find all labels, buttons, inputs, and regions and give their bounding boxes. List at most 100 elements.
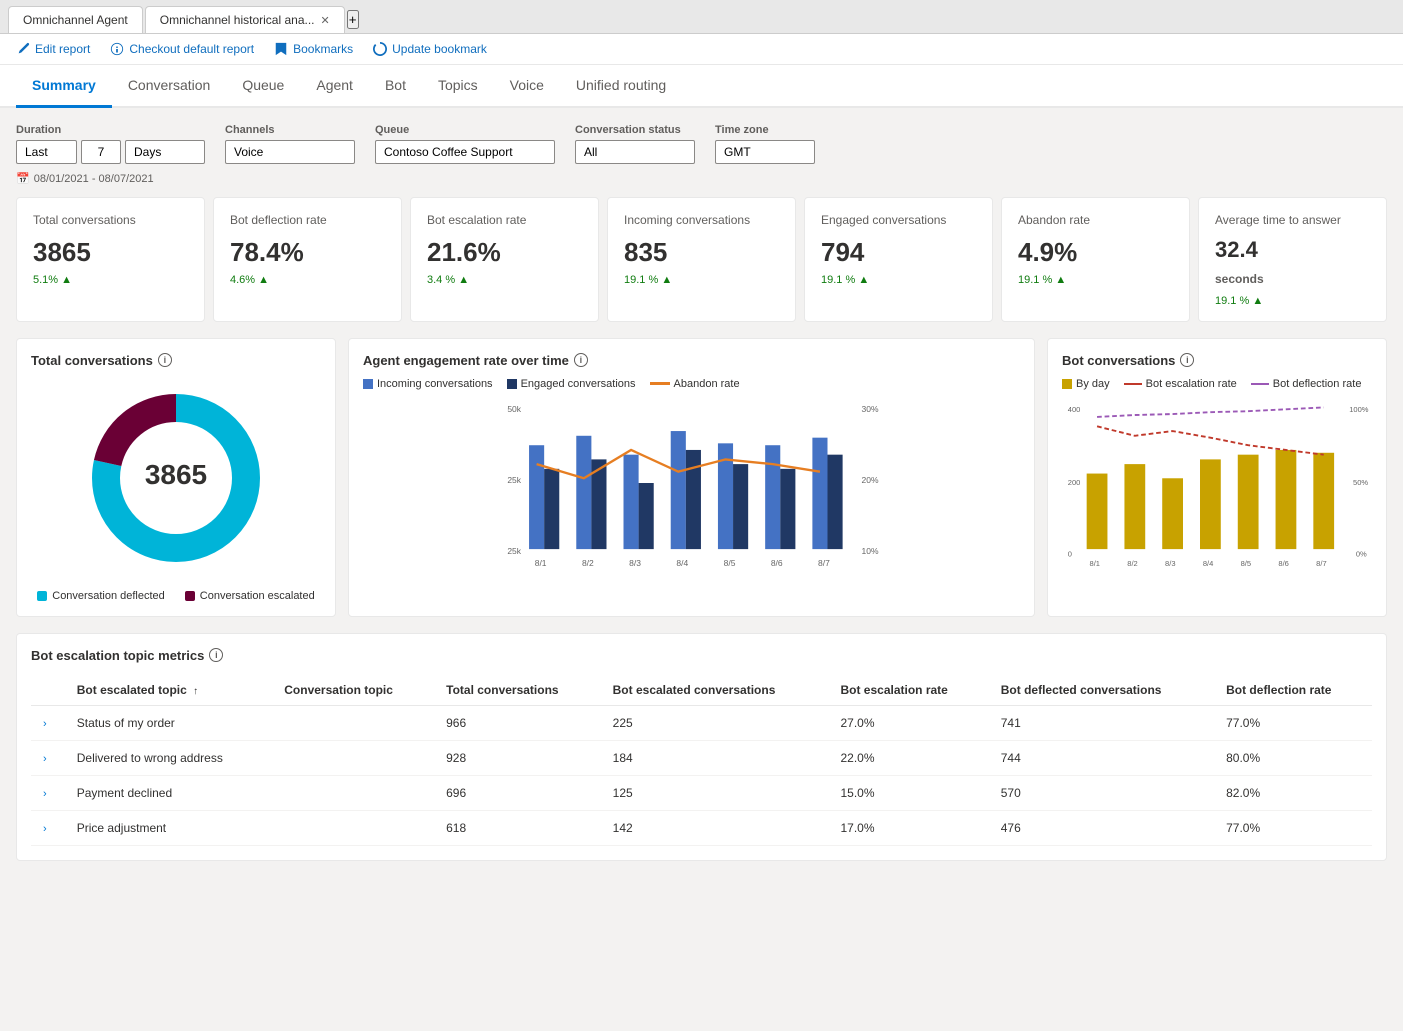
engagement-chart-card: Agent engagement rate over time i Incomi… [348, 338, 1035, 617]
engagement-legend: Incoming conversations Engaged conversat… [363, 378, 1020, 390]
browser-tab-historical[interactable]: Omnichannel historical ana... ✕ [145, 6, 345, 33]
checkout-report-button[interactable]: Checkout default report [110, 42, 254, 56]
escalation-rate-cell-3: 17.0% [828, 810, 988, 845]
legend-bot-escalation: Bot escalation rate [1124, 378, 1237, 390]
duration-value-input[interactable] [81, 140, 121, 164]
deflected-cell-3: 476 [989, 810, 1214, 845]
tab-topics[interactable]: Topics [422, 65, 494, 108]
legend-abandon: Abandon rate [650, 378, 740, 390]
duration-unit-select[interactable]: Days [125, 140, 205, 164]
kpi-value-0: 3865 [33, 237, 188, 268]
bot-info-icon[interactable]: i [1180, 353, 1194, 367]
queue-dropdown[interactable]: Contoso Coffee Support [384, 145, 533, 159]
svg-text:100%: 100% [1349, 405, 1369, 414]
channels-dropdown[interactable]: Voice [234, 145, 284, 159]
legend-by-day: By day [1062, 378, 1110, 390]
kpi-card-6: Average time to answer 32.4seconds 19.1 … [1198, 197, 1387, 322]
svg-text:20%: 20% [862, 475, 879, 485]
donut-info-icon[interactable]: i [158, 353, 172, 367]
kpi-title-3: Incoming conversations [624, 212, 779, 229]
tab-unified-routing[interactable]: Unified routing [560, 65, 682, 108]
bot-deflection-color [1251, 383, 1269, 385]
expand-btn-3[interactable]: › [43, 823, 47, 835]
tab-bot[interactable]: Bot [369, 65, 422, 108]
tab-voice[interactable]: Voice [494, 65, 560, 108]
svg-text:10%: 10% [862, 546, 879, 556]
timezone-dropdown[interactable]: GMT [724, 145, 771, 159]
incoming-label: Incoming conversations [377, 378, 493, 390]
deflected-label: Conversation deflected [52, 590, 165, 602]
close-tab-icon[interactable]: ✕ [321, 14, 330, 27]
col-deflection-rate: Bot deflection rate [1214, 675, 1372, 706]
engagement-info-icon[interactable]: i [574, 353, 588, 367]
channels-select[interactable]: Voice [225, 140, 355, 164]
table-row: › Price adjustment 618 142 17.0% 476 77.… [31, 810, 1372, 845]
tab-summary[interactable]: Summary [16, 65, 112, 108]
tab-label-agent: Omnichannel Agent [23, 13, 128, 27]
donut-legend: Conversation deflected Conversation esca… [37, 590, 314, 602]
checkout-icon [110, 42, 124, 56]
conv-topic-cell-1 [272, 740, 434, 775]
bot-escalation-color [1124, 383, 1142, 385]
date-range: 📅 08/01/2021 - 08/07/2021 [16, 172, 1387, 185]
kpi-arrow-4: ▲ [858, 274, 869, 286]
kpi-value-5: 4.9% [1018, 237, 1173, 268]
expand-btn-2[interactable]: › [43, 788, 47, 800]
col-escalation-rate: Bot escalation rate [828, 675, 988, 706]
kpi-arrow-1: ▲ [258, 274, 269, 286]
conv-topic-cell-0 [272, 705, 434, 740]
kpi-card-3: Incoming conversations 835 19.1 % ▲ [607, 197, 796, 322]
tab-conversation[interactable]: Conversation [112, 65, 227, 108]
expand-btn-0[interactable]: › [43, 718, 47, 730]
svg-text:50%: 50% [1353, 478, 1368, 487]
topic-cell-0: Status of my order [65, 705, 273, 740]
table-title: Bot escalation topic metrics [31, 648, 204, 663]
timezone-label: Time zone [715, 124, 815, 136]
duration-unit-dropdown[interactable]: Days [134, 145, 182, 159]
donut-wrapper: 3865 Conversation deflected Conversation… [31, 378, 321, 602]
escalated-label: Conversation escalated [200, 590, 315, 602]
duration-prefix-dropdown[interactable]: Last [25, 145, 68, 159]
table-info-icon[interactable]: i [209, 648, 223, 662]
bot-chart-title: Bot conversations i [1062, 353, 1372, 368]
conv-status-label: Conversation status [575, 124, 695, 136]
legend-escalated: Conversation escalated [185, 590, 315, 602]
table-header: Bot escalation topic metrics i [31, 648, 1372, 663]
donut-center-value: 3865 [145, 459, 207, 490]
col-topic[interactable]: Bot escalated topic ↑ [65, 675, 273, 706]
tab-agent[interactable]: Agent [300, 65, 369, 108]
duration-prefix-select[interactable]: Last [16, 140, 77, 164]
filters-bar: Duration Last Days Channels Voi [16, 124, 1387, 164]
kpi-seconds-6: seconds [1215, 272, 1264, 286]
kpi-arrow-2: ▲ [458, 274, 469, 286]
donut-svg: 3865 [76, 378, 276, 578]
new-tab-button[interactable]: + [347, 10, 359, 29]
tab-label-historical: Omnichannel historical ana... [160, 13, 315, 27]
col-conv-topic: Conversation topic [272, 675, 434, 706]
tab-queue[interactable]: Queue [226, 65, 300, 108]
edit-icon [16, 42, 30, 56]
queue-select[interactable]: Contoso Coffee Support [375, 140, 555, 164]
escalated-cell-1: 184 [601, 740, 829, 775]
edit-report-button[interactable]: Edit report [16, 42, 90, 56]
abandon-label: Abandon rate [674, 378, 740, 390]
update-bookmark-button[interactable]: Update bookmark [373, 42, 487, 56]
kpi-value-2: 21.6% [427, 237, 582, 268]
topic-cell-1: Delivered to wrong address [65, 740, 273, 775]
timezone-select[interactable]: GMT [715, 140, 815, 164]
charts-row: Total conversations i 3865 Conversation … [16, 338, 1387, 617]
svg-text:8/7: 8/7 [1316, 559, 1327, 568]
conv-status-select[interactable]: All [575, 140, 695, 164]
total-cell-0: 966 [434, 705, 601, 740]
deflection-rate-cell-0: 77.0% [1214, 705, 1372, 740]
browser-tab-agent[interactable]: Omnichannel Agent [8, 6, 143, 33]
expand-btn-1[interactable]: › [43, 753, 47, 765]
date-range-text: 08/01/2021 - 08/07/2021 [34, 173, 154, 185]
svg-text:30%: 30% [862, 404, 879, 414]
bot-deflection-label: Bot deflection rate [1273, 378, 1362, 390]
conv-status-dropdown[interactable]: All [584, 145, 618, 159]
kpi-title-1: Bot deflection rate [230, 212, 385, 229]
legend-incoming: Incoming conversations [363, 378, 493, 390]
bookmarks-button[interactable]: Bookmarks [274, 42, 353, 56]
bot-escalation-label: Bot escalation rate [1146, 378, 1237, 390]
